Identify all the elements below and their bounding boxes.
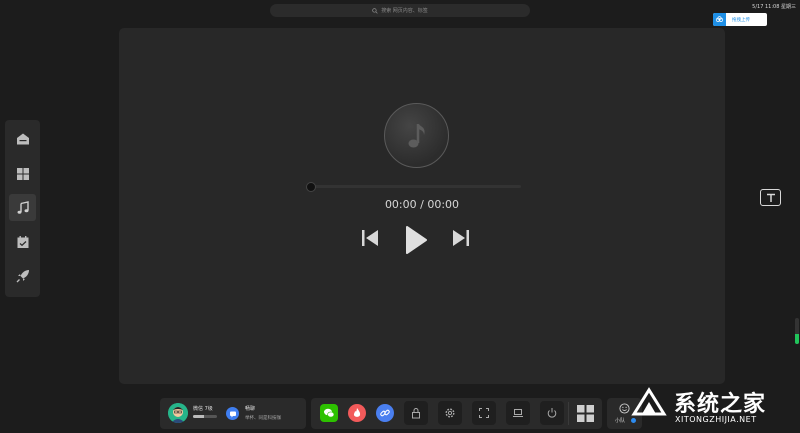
dock-apps-panel — [311, 398, 602, 429]
dock-tool-laptop[interactable] — [506, 401, 530, 425]
watermark-url: XITONGZHIJIA.NET — [675, 415, 757, 424]
music-player-panel: 00:00 / 00:00 — [119, 28, 725, 384]
sidebar-item-music[interactable] — [9, 194, 36, 222]
volume-meter — [795, 318, 799, 344]
progress-handle[interactable] — [306, 182, 316, 192]
wechat-icon — [324, 408, 335, 418]
chat-icon[interactable] — [226, 407, 239, 420]
progress-track[interactable] — [310, 185, 521, 188]
previous-button[interactable] — [360, 227, 380, 249]
dock-divider — [568, 402, 569, 425]
search-placeholder: 搜索 网页内容、标签 — [381, 8, 428, 14]
rocket-icon — [16, 270, 29, 283]
watermark: 系统之家 XITONGZHIJIA.NET — [626, 380, 798, 430]
sidebar-item-rocket[interactable] — [9, 263, 36, 290]
upload-button[interactable]: 拖拽上传 — [713, 13, 767, 26]
laptop-icon — [513, 409, 523, 417]
dock-tool-lock[interactable] — [404, 401, 428, 425]
lock-icon — [412, 408, 420, 419]
music-note-icon — [408, 123, 425, 147]
chat-title[interactable]: 畅聊 — [245, 405, 255, 412]
text-box-icon — [766, 193, 775, 202]
cloud-upload-icon — [713, 13, 726, 26]
search-bar[interactable]: 搜索 网页内容、标签 — [270, 4, 530, 17]
power-icon — [547, 408, 557, 418]
upload-label: 拖拽上传 — [732, 17, 750, 23]
level-progress-fill — [193, 415, 204, 418]
user-name: 微信 7级 — [193, 406, 213, 412]
dock-tool-fullscreen[interactable] — [472, 401, 496, 425]
dock-app-link[interactable] — [376, 404, 394, 422]
sidebar-item-home[interactable] — [9, 126, 36, 153]
dock-tool-settings[interactable] — [438, 401, 462, 425]
calendar-check-icon — [17, 235, 28, 248]
dock-tool-power[interactable] — [540, 401, 564, 425]
avatar[interactable] — [168, 403, 188, 423]
dock-app-hot[interactable] — [348, 404, 366, 422]
fullscreen-icon — [479, 408, 489, 418]
clock: 5/17 11:08 星期三 — [752, 4, 796, 10]
team-label: 小队 — [615, 418, 626, 424]
next-button[interactable] — [451, 227, 471, 249]
home-icon — [16, 133, 29, 145]
skip-next-icon — [453, 230, 469, 246]
app-grid-icon[interactable] — [576, 404, 595, 423]
dock-app-wechat[interactable] — [320, 404, 338, 422]
gear-icon — [445, 408, 455, 418]
sidebar-item-apps[interactable] — [9, 160, 36, 187]
flame-icon — [353, 408, 361, 417]
level-progress-bar — [193, 415, 217, 418]
text-tool-button[interactable] — [760, 189, 781, 206]
watermark-text: 系统之家 — [674, 392, 767, 417]
time-display: 00:00 / 00:00 — [384, 198, 460, 211]
watermark-logo-icon — [631, 387, 667, 416]
sidebar — [5, 120, 40, 297]
link-icon — [380, 409, 390, 417]
music-note-icon — [17, 200, 29, 214]
play-button[interactable] — [404, 225, 428, 255]
chat-subtitle: 举杯、同是科技咖 — [245, 416, 281, 421]
play-icon — [406, 226, 427, 254]
search-icon — [372, 7, 378, 14]
sidebar-item-calendar[interactable] — [9, 229, 36, 256]
album-cover — [384, 103, 449, 168]
volume-level — [795, 333, 799, 344]
dock-user-panel: 微信 7级 畅聊 举杯、同是科技咖 — [160, 398, 306, 429]
grid-icon — [16, 167, 29, 180]
skip-previous-icon — [362, 230, 378, 246]
